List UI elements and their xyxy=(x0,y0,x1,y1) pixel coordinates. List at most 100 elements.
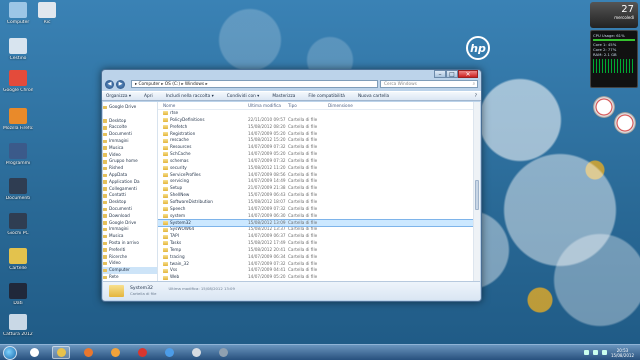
address-bar[interactable]: ▸ Computer ▸ OS (C:) ▸ Windows ▸ xyxy=(131,80,378,88)
nav-item[interactable]: Google Drive xyxy=(103,220,157,227)
nav-item[interactable]: Computer xyxy=(103,267,157,274)
desktop-icon[interactable]: Cartelle xyxy=(3,248,33,271)
column-header-type[interactable]: Tipo xyxy=(288,102,328,109)
desktop-icon[interactable]: Google Chrome xyxy=(3,70,33,93)
taskbar-item[interactable] xyxy=(160,346,178,359)
nav-item[interactable]: Contatti xyxy=(103,192,157,199)
minimize-button[interactable]: – xyxy=(434,70,446,78)
file-row[interactable]: SysWOW64 15/08/2012 13:37 Cartella di file xyxy=(158,226,480,233)
nav-item[interactable]: Raccolte xyxy=(103,124,157,131)
file-row[interactable]: Resources 14/07/2009 07:32 Cartella di fil… xyxy=(158,144,480,151)
desktop-icon[interactable]: Computer xyxy=(3,2,33,25)
nav-item[interactable]: Documenti xyxy=(103,206,157,213)
desktop-icon[interactable]: Documenti xyxy=(3,178,33,201)
file-row[interactable]: Speech 14/07/2009 07:32 Cartella di file xyxy=(158,206,480,213)
nav-item[interactable]: Preferiti xyxy=(103,247,157,254)
file-row[interactable]: Temp 15/08/2012 20:41 Cartella di file xyxy=(158,247,480,254)
maximize-button[interactable]: □ xyxy=(446,70,458,78)
desktop-icon[interactable]: Cestino xyxy=(3,38,33,61)
file-row[interactable]: PolicyDefinitions 22/11/2010 09:57 Cartell… xyxy=(158,117,480,124)
nav-item[interactable]: Google Drive xyxy=(103,104,157,111)
taskbar-item[interactable] xyxy=(79,346,97,359)
nav-item[interactable]: Rete xyxy=(103,274,157,281)
desktop-icon[interactable]: Ric xyxy=(32,2,62,25)
desktop-icon[interactable]: Programmi xyxy=(3,143,33,166)
tray-icon[interactable] xyxy=(592,350,598,355)
taskbar-clock[interactable]: 20:53 15/08/2012 xyxy=(611,348,634,358)
nav-item[interactable]: Video xyxy=(103,152,157,159)
file-row[interactable]: schemas 14/07/2009 07:32 Cartella di file xyxy=(158,158,480,165)
nav-item[interactable]: Rished xyxy=(103,165,157,172)
taskbar-item[interactable] xyxy=(214,346,232,359)
file-row[interactable]: system 14/07/2009 06:30 Cartella di file xyxy=(158,213,480,220)
file-row[interactable]: Vss 14/07/2009 04:41 Cartella di file xyxy=(158,267,480,274)
nav-item[interactable]: AppData xyxy=(103,172,157,179)
cpu-gadget[interactable]: CPU Usage: 61% Core 1: 45% Core 2: 77% R… xyxy=(590,30,638,88)
vertical-scrollbar[interactable] xyxy=(473,102,480,281)
desktop-icon[interactable]: Giochi PC xyxy=(3,213,33,236)
nav-item[interactable]: Application Da xyxy=(103,179,157,186)
file-row[interactable]: Prefetch 15/08/2012 08:20 Cartella di file xyxy=(158,124,480,131)
file-row[interactable]: tracing 14/07/2009 06:34 Cartella di file xyxy=(158,254,480,261)
tray-icon[interactable] xyxy=(601,350,607,355)
window-titlebar[interactable]: – □ ✕ xyxy=(102,70,481,79)
back-button[interactable]: ◀ xyxy=(105,79,114,89)
nav-item[interactable]: Gruppo home xyxy=(103,158,157,165)
toolbar-button[interactable]: Includi nella raccolta ▾ xyxy=(166,94,214,99)
file-row[interactable]: servicing 14/07/2009 14:49 Cartella di fil… xyxy=(158,178,480,185)
column-header-size[interactable]: Dimensione xyxy=(328,102,368,109)
close-button[interactable]: ✕ xyxy=(458,70,478,78)
scrollbar-thumb[interactable] xyxy=(475,180,479,210)
file-row[interactable]: System32 15/08/2012 13:09 Cartella di file xyxy=(158,218,480,228)
column-header-date[interactable]: Ultima modifica xyxy=(248,102,288,109)
file-row[interactable]: SchCache 14/07/2009 05:20 Cartella di file xyxy=(158,151,480,158)
nav-item[interactable]: Musica xyxy=(103,233,157,240)
gauge-gadget[interactable] xyxy=(614,112,636,134)
toolbar-button[interactable]: Apri xyxy=(144,94,153,99)
toolbar-button[interactable]: Organizza ▾ xyxy=(106,94,131,99)
clock-gadget[interactable]: 27 mercoledì xyxy=(590,2,638,28)
desktop-icon[interactable]: Cattura 2012 06 12 xyxy=(3,314,33,337)
toolbar-button[interactable]: Masterizza xyxy=(272,94,295,99)
nav-item[interactable] xyxy=(103,111,157,118)
file-row[interactable]: ServiceProfiles 14/07/2009 08:56 Cartella … xyxy=(158,172,480,179)
nav-item[interactable]: Download xyxy=(103,213,157,220)
desktop-icon[interactable]: Dati xyxy=(3,283,33,306)
nav-item[interactable]: Desktop xyxy=(103,199,157,206)
nav-item[interactable]: Immagini xyxy=(103,226,157,233)
desktop-icon[interactable]: Mozilla Firefox xyxy=(3,108,33,131)
toolbar-button[interactable]: File compatibilità xyxy=(308,94,345,99)
nav-item[interactable]: Posta in arrivo xyxy=(103,240,157,247)
taskbar-item[interactable] xyxy=(52,346,70,359)
file-row[interactable]: TAPI 14/07/2009 06:37 Cartella di file xyxy=(158,233,480,240)
nav-item[interactable]: Collegamenti xyxy=(103,186,157,193)
taskbar-item[interactable] xyxy=(133,346,151,359)
gauge-gadget[interactable] xyxy=(593,96,615,118)
file-row[interactable]: security 15/08/2012 11:20 Cartella di file xyxy=(158,165,480,172)
nav-item[interactable]: Ricerche xyxy=(103,254,157,261)
file-row[interactable]: Setup 21/07/2009 21:38 Cartella di file xyxy=(158,185,480,192)
start-button[interactable] xyxy=(3,345,17,360)
taskbar-item[interactable] xyxy=(106,346,124,359)
nav-item[interactable]: Documenti xyxy=(103,131,157,138)
tray-icon[interactable] xyxy=(583,350,589,355)
file-row[interactable]: Web 14/07/2009 05:20 Cartella di file xyxy=(158,274,480,281)
file-row[interactable]: Registration 14/07/2009 05:20 Cartella di … xyxy=(158,131,480,138)
column-header-name[interactable]: Nome xyxy=(163,102,248,109)
nav-item[interactable]: Immagini xyxy=(103,138,157,145)
nav-item[interactable]: Desktop xyxy=(103,118,157,125)
search-input[interactable]: Cerca Windows ⌕ xyxy=(380,80,478,88)
explorer-window[interactable]: – □ ✕ ◀ ▶ ▸ Computer ▸ OS (C:) ▸ Windows… xyxy=(101,69,482,302)
help-icon[interactable]: ? xyxy=(475,94,477,99)
file-row[interactable]: rescache 15/08/2012 15:20 Cartella di file xyxy=(158,137,480,144)
toolbar-button[interactable]: Condividi con ▾ xyxy=(227,94,260,99)
file-row[interactable]: rtse xyxy=(158,110,480,117)
file-row[interactable]: ShellNew 15/07/2009 06:43 Cartella di file xyxy=(158,192,480,199)
taskbar-item[interactable] xyxy=(187,346,205,359)
file-row[interactable]: twain_32 14/07/2009 07:32 Cartella di file xyxy=(158,261,480,268)
file-row[interactable]: Tasks 15/08/2012 17:49 Cartella di file xyxy=(158,240,480,247)
file-row[interactable]: SoftwareDistribution 15/08/2012 18:07 Cart… xyxy=(158,199,480,206)
forward-button[interactable]: ▶ xyxy=(116,79,125,89)
toolbar-button[interactable]: Nuova cartella xyxy=(358,94,389,99)
nav-item[interactable]: Musica xyxy=(103,145,157,152)
